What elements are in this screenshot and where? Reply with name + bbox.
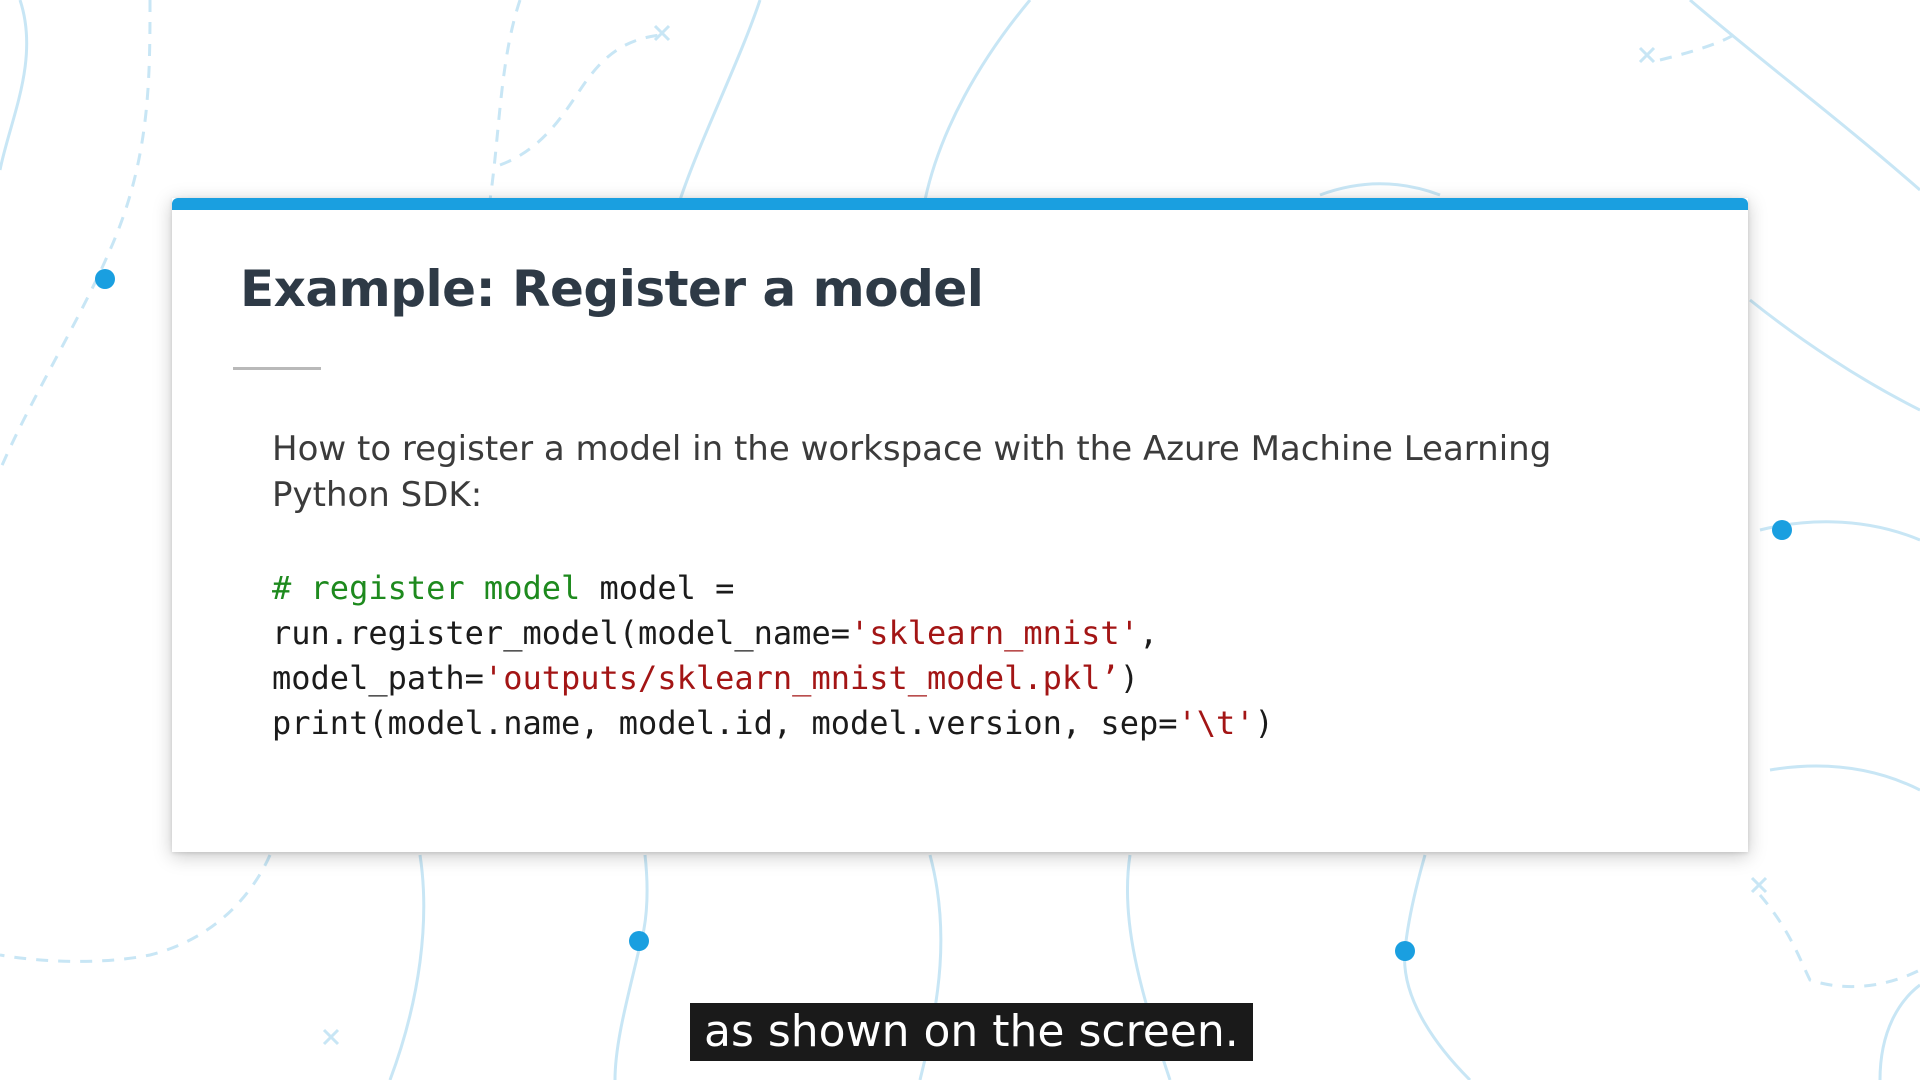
card-accent-bar — [172, 198, 1748, 210]
code-line-1: # register model model = — [272, 566, 1274, 611]
code-text: run.register_model(model_name= — [272, 614, 850, 652]
code-string: 'sklearn_mnist' — [849, 614, 1139, 652]
code-text: model = — [580, 569, 735, 607]
code-text: , — [1138, 614, 1159, 652]
video-caption: as shown on the screen. — [690, 1003, 1253, 1061]
title-divider — [233, 367, 321, 370]
code-line-2: run.register_model(model_name='sklearn_m… — [272, 611, 1274, 656]
code-text: model_path= — [272, 659, 484, 697]
code-line-3: model_path='outputs/sklearn_mnist_model.… — [272, 656, 1274, 701]
code-text: ) — [1254, 704, 1274, 742]
code-line-4: print(model.name, model.id, model.versio… — [272, 701, 1274, 746]
slide-title: Example: Register a model — [240, 260, 984, 318]
code-string: 'outputs/sklearn_mnist_model.pkl’ — [483, 659, 1120, 697]
code-text: print(model.name, model.id, model.versio… — [272, 704, 1178, 742]
slide-stage: Example: Register a model How to registe… — [0, 0, 1920, 1080]
slide-description: How to register a model in the workspace… — [272, 429, 1552, 515]
code-comment: # register model — [272, 569, 581, 607]
slide-card: Example: Register a model How to registe… — [172, 198, 1748, 852]
code-block: # register model model = run.register_mod… — [272, 566, 1274, 746]
code-text: ) — [1119, 659, 1139, 697]
code-string: '\t' — [1177, 704, 1255, 742]
